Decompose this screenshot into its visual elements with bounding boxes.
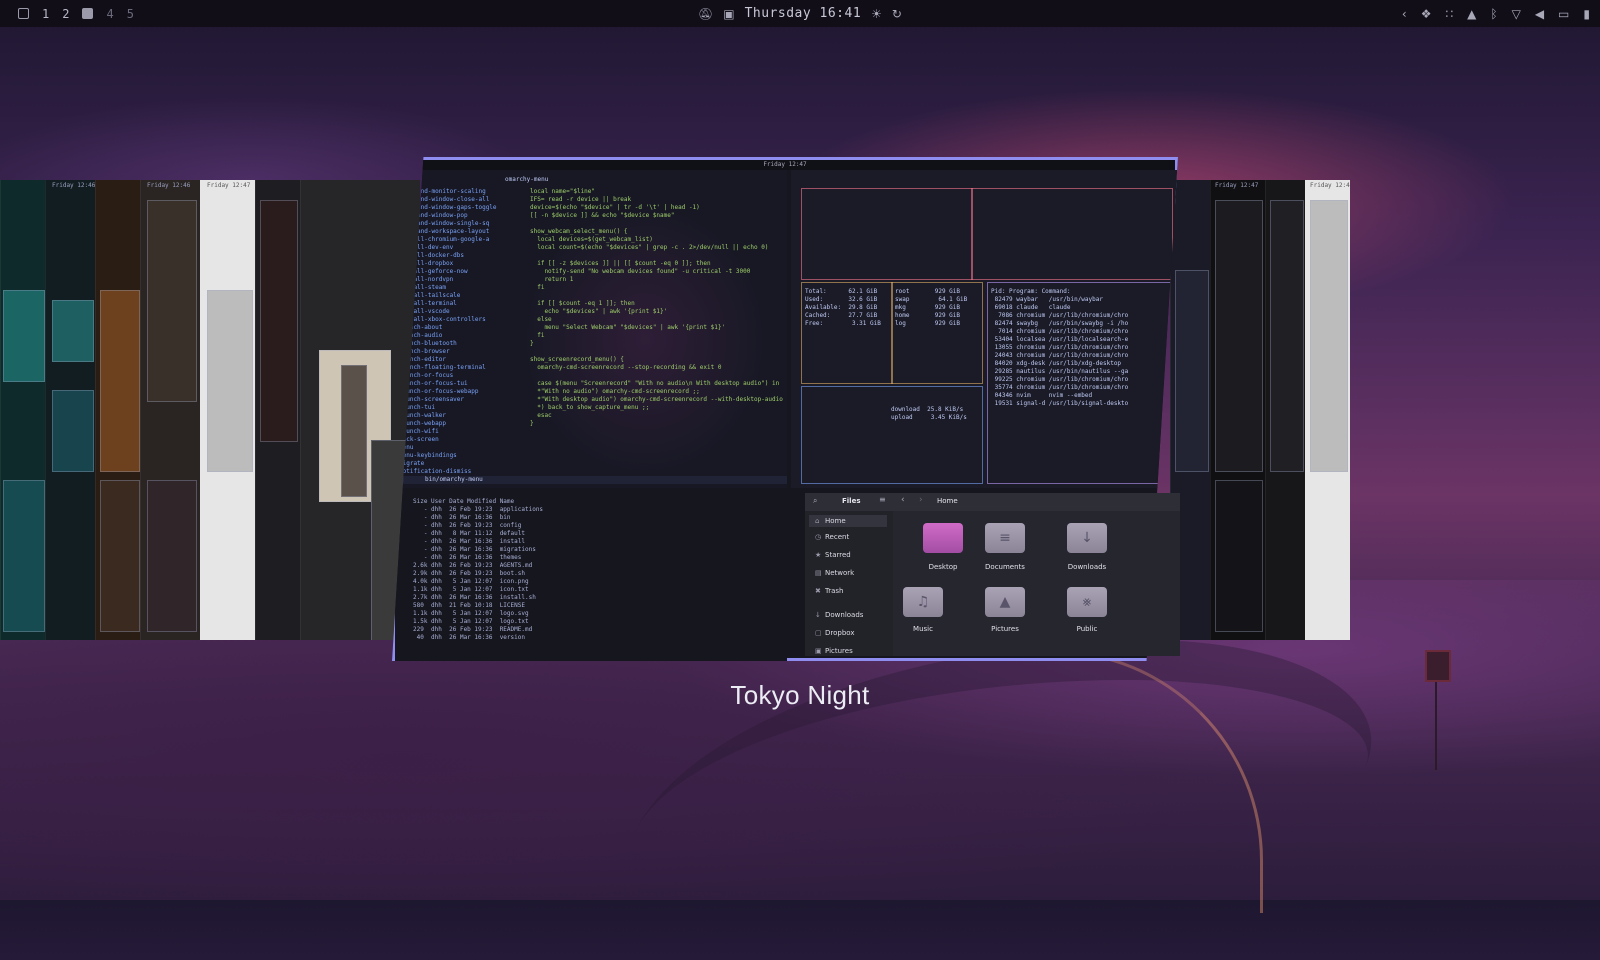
top-bar-center: 🔕︎ ▣ Thursday 16:41 ☀ ↻ (0, 0, 1600, 27)
sidebar-item-home[interactable]: ⌂ Home (809, 515, 887, 527)
music-folder-icon[interactable]: ♫ (903, 587, 943, 617)
wifi-icon[interactable]: ▽ (1512, 8, 1521, 20)
search-icon[interactable]: ⌕ (813, 497, 817, 505)
preview-clock: Friday 12:46 (52, 182, 96, 189)
preview-clock: Friday 12:47 (1215, 182, 1259, 189)
brightness-icon[interactable]: ☀ (871, 8, 882, 20)
dropbox-icon[interactable]: ❖ (1421, 8, 1432, 20)
public-folder-icon[interactable]: ⨳ (1067, 587, 1107, 617)
clock[interactable]: Thursday 16:41 (745, 6, 862, 21)
folder-label: Music (913, 625, 933, 633)
folder-label: Documents (985, 563, 1025, 571)
theme-name-label: Tokyo Night (730, 680, 870, 710)
forward-icon[interactable]: › (919, 496, 923, 505)
editor-tab[interactable]: omarchy-menu (505, 176, 548, 184)
volume-icon[interactable]: ◀ (1535, 8, 1544, 20)
battery-icon[interactable]: ▮ (1583, 8, 1590, 20)
sidebar-item-trash[interactable]: ✖ Trash (815, 587, 844, 595)
preview-btop-pane: Total: 62.1 GiB Used: 32.6 GiB Available… (791, 170, 1177, 488)
files-header: ⌕ Files ≡ ‹ › Home (805, 493, 1180, 511)
grid-icon[interactable]: ∷ (1446, 8, 1454, 20)
btop-processes: Pid: Program: Command: 82479 waybar /usr… (991, 288, 1129, 407)
cat-icon[interactable]: ▲ (1467, 8, 1476, 20)
folder-label: Public (1076, 625, 1098, 633)
btop-memory: Total: 62.1 GiB Used: 32.6 GiB Available… (805, 288, 881, 327)
back-icon[interactable]: ‹ (901, 496, 905, 505)
folder-label: Pictures (991, 625, 1019, 633)
bluetooth-icon[interactable]: ᛒ (1490, 8, 1497, 20)
pictures-folder-icon[interactable]: ▲ (985, 587, 1025, 617)
theme-preview[interactable] (95, 180, 140, 640)
preview-top-bar: Friday 12:47 (395, 160, 1175, 170)
location-bar[interactable]: Home (937, 497, 958, 505)
editor-status-path: bin/omarchy-menu (425, 476, 483, 483)
preview-terminal-pane: Size User Date Modified Name - dhh 26 Fe… (395, 488, 787, 661)
theme-preview[interactable] (1265, 180, 1305, 640)
theme-preview[interactable]: Friday 12:47 (200, 180, 255, 640)
screen-record-icon[interactable]: ▣ (723, 8, 734, 20)
refresh-icon[interactable]: ↻ (892, 8, 902, 20)
sidebar-item-dropbox[interactable]: ▢ Dropbox (815, 629, 855, 637)
files-window[interactable]: ⌕ Files ≡ ‹ › Home ⌂ Home ◷ Recent ★ Starre… (805, 493, 1180, 656)
sidebar-item-recent[interactable]: ◷ Recent (815, 533, 849, 541)
sidebar-item-downloads[interactable]: ↓ Downloads (815, 611, 863, 619)
system-tray: ‹ ❖ ∷ ▲ ᛒ ▽ ◀ ▭ ▮ (1402, 0, 1590, 27)
theme-preview[interactable] (255, 180, 300, 640)
menu-icon[interactable]: ≡ (879, 496, 886, 504)
theme-preview[interactable]: Friday 12:46 (140, 180, 200, 640)
downloads-folder-icon[interactable]: ↓ (1067, 523, 1107, 553)
preview-editor-pane: hyprland-monitor-scaling hyprland-window… (395, 170, 787, 488)
sidebar-item-network[interactable]: ▤ Network (815, 569, 854, 577)
mute-icon[interactable]: 🔕︎ (698, 8, 713, 20)
files-title: Files (842, 497, 861, 505)
theme-preview[interactable]: Friday 12:48 (1305, 180, 1350, 640)
desktop-folder-icon[interactable] (923, 523, 963, 553)
theme-preview-strip-right[interactable]: Friday 12:47 Friday 12:48 (1170, 180, 1350, 640)
display-icon[interactable]: ▭ (1558, 8, 1569, 20)
theme-preview[interactable]: Friday 12:47 (1210, 180, 1265, 640)
top-bar: 1 2 4 5 🔕︎ ▣ Thursday 16:41 ☀ ↻ ‹ ❖ ∷ ▲ … (0, 0, 1600, 27)
sidebar-item-pictures[interactable]: ▣ Pictures (815, 647, 853, 655)
files-sidebar: ⌂ Home ◷ Recent ★ Starred ▤ Network ✖ Trash ↓… (805, 511, 893, 656)
preview-clock: Friday 12:48 (1310, 182, 1350, 189)
theme-preview[interactable] (0, 180, 45, 640)
editor-code: local name="$line" IFS= read -r device |… (530, 188, 787, 427)
wallpaper-road-sign (1425, 650, 1451, 682)
preview-clock: Friday 12:47 (207, 182, 251, 189)
preview-clock: Friday 12:46 (147, 182, 191, 189)
ls-output: Size User Date Modified Name - dhh 26 Fe… (413, 498, 544, 641)
btop-network: download 25.8 KiB/s upload 3.45 KiB/s (891, 406, 967, 421)
theme-preview-strip-left[interactable]: Friday 12:46 Friday 12:46 Friday 12:47 (0, 180, 420, 640)
chevron-left-icon[interactable]: ‹ (1402, 8, 1407, 20)
theme-preview[interactable]: Friday 12:46 (45, 180, 95, 640)
documents-folder-icon[interactable]: ≡ (985, 523, 1025, 553)
sidebar-item-starred[interactable]: ★ Starred (815, 551, 851, 559)
btop-disks: root 929 GiB swap 64.1 GiB mkg 929 GiB h… (895, 288, 968, 327)
folder-label: Downloads (1067, 563, 1107, 571)
folder-label: Desktop (928, 563, 958, 571)
